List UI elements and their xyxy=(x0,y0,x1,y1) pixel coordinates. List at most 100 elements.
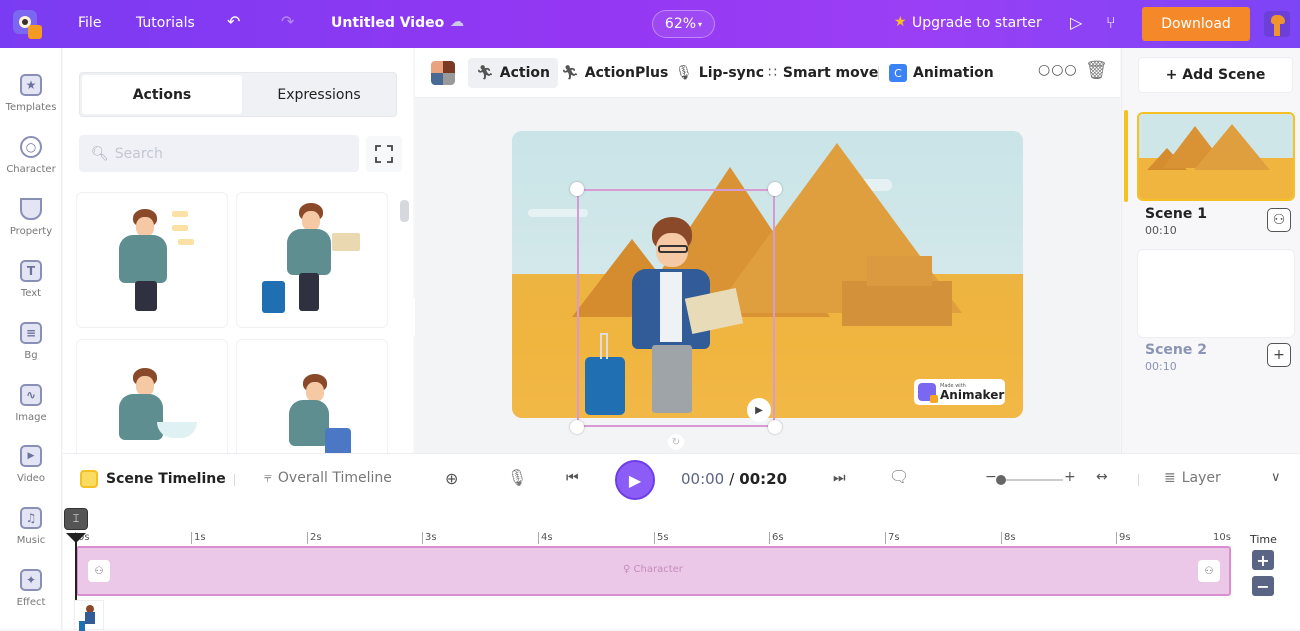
tab-actions[interactable]: Actions xyxy=(82,75,242,114)
star-icon: ★ xyxy=(894,14,907,30)
upgrade-link[interactable]: Upgrade to starter xyxy=(912,15,1042,31)
library-scrollbar[interactable] xyxy=(400,200,409,222)
resize-handle-tr[interactable] xyxy=(768,182,782,196)
tool-label: Animation xyxy=(913,65,994,81)
sidebar-item-music[interactable]: ♫ Music xyxy=(0,507,62,567)
search-input[interactable] xyxy=(114,145,335,162)
total-time: 00:20 xyxy=(739,470,788,488)
preview-play-icon[interactable]: ▷ xyxy=(1070,13,1082,32)
sidebar-item-templates[interactable]: ★ Templates xyxy=(0,74,62,134)
resize-handle-bl[interactable] xyxy=(570,420,584,434)
animaker-watermark: Made with Animaker xyxy=(914,379,1005,405)
tab-label: Scene Timeline xyxy=(106,471,226,487)
action-card[interactable] xyxy=(236,192,388,328)
skip-back-icon[interactable]: ⏮︎ xyxy=(566,470,579,486)
animation-icon: C xyxy=(889,64,907,82)
active-scene-indicator xyxy=(1124,110,1128,202)
zoom-in-icon[interactable]: + xyxy=(1064,469,1076,485)
ruler-tick: 1s xyxy=(191,532,206,544)
tutorials-menu[interactable]: Tutorials xyxy=(136,15,195,31)
subtitle-icon[interactable]: 🗨︎ xyxy=(889,467,909,486)
sidebar-item-text[interactable]: T Text xyxy=(0,260,62,320)
action-card[interactable] xyxy=(76,192,228,328)
cloud-saved-icon: ☁ xyxy=(450,14,464,30)
fullscreen-button[interactable] xyxy=(366,136,402,172)
record-voice-icon[interactable]: 🎙︎ xyxy=(507,468,527,487)
file-menu[interactable]: File xyxy=(78,15,101,31)
focus-add-icon[interactable]: ⊕ xyxy=(445,469,458,488)
exit-animation-button[interactable]: ⚇ xyxy=(1198,560,1220,582)
sidebar-label: Character xyxy=(6,164,56,175)
timeline-play-button[interactable]: ▶ xyxy=(615,460,655,500)
time-increase-button[interactable]: + xyxy=(1252,550,1274,570)
color-swatch[interactable] xyxy=(431,61,455,85)
search-icon: 🔍︎ xyxy=(91,145,109,162)
action-tool[interactable]: 🏃︎ Action xyxy=(468,58,558,88)
character-track[interactable]: ⚇ ♀︎ Character ⚇ xyxy=(76,546,1231,596)
zoom-out-icon[interactable]: − xyxy=(985,469,997,485)
layers-icon: ≡ xyxy=(20,322,42,344)
smart-move-tool[interactable]: ∷ Smart move xyxy=(760,58,886,88)
time-separator: / xyxy=(729,470,735,488)
sidebar-label: Effect xyxy=(16,597,46,608)
slider-knob[interactable] xyxy=(996,475,1006,485)
sidebar-label: Video xyxy=(16,473,46,484)
chevron-down-icon[interactable]: ∨ xyxy=(1271,470,1281,485)
share-icon[interactable]: ⑂ xyxy=(1106,13,1116,32)
layer-button[interactable]: ≣ Layer xyxy=(1164,470,1221,486)
animation-tool[interactable]: C Animation xyxy=(881,58,1002,88)
project-title[interactable]: Untitled Video xyxy=(331,15,444,31)
sidebar-item-video[interactable]: ▶ Video xyxy=(0,445,62,505)
track-label-text: Character xyxy=(633,564,683,575)
add-scene-button[interactable]: + Add Scene xyxy=(1138,57,1293,93)
sidebar-item-property[interactable]: Property xyxy=(0,198,62,258)
redo-icon[interactable]: ↷ xyxy=(281,12,294,31)
resize-handle-tl[interactable] xyxy=(570,182,584,196)
timeline-ruler: 0s 1s 2s 3s 4s 5s 6s 7s 8s 9s 10s xyxy=(75,532,1233,546)
scene-thumbnail-2[interactable] xyxy=(1137,249,1295,338)
tab-expressions[interactable]: Expressions xyxy=(242,75,396,114)
character-thumbnail[interactable] xyxy=(74,600,104,631)
time-label: Time xyxy=(1250,533,1277,546)
time-decrease-button[interactable]: − xyxy=(1252,576,1274,596)
rotate-handle[interactable]: ↻ xyxy=(668,434,684,450)
sidebar-item-character[interactable]: ○ Character xyxy=(0,136,62,196)
animaker-logo[interactable] xyxy=(10,8,44,40)
undo-icon[interactable]: ↶ xyxy=(227,12,240,31)
enter-animation-button[interactable]: ⚇ xyxy=(88,560,110,582)
chevron-down-icon: ▾ xyxy=(698,19,703,29)
scene-transition-button[interactable]: ⚇ xyxy=(1267,208,1291,232)
sidebar-item-effect[interactable]: ✦ Effect xyxy=(0,569,62,629)
running-plus-icon: 🏃︎ xyxy=(561,65,579,81)
timeline-zoom-slider[interactable] xyxy=(1003,479,1063,481)
add-transition-button[interactable]: + xyxy=(1267,343,1291,367)
zoom-dropdown[interactable]: 62% ▾ xyxy=(652,10,715,38)
more-options-icon[interactable]: ○○○ xyxy=(1038,62,1078,78)
ruler-tick: 5s xyxy=(654,532,669,544)
fit-width-icon[interactable]: ↔ xyxy=(1096,469,1108,485)
layers-icon: ≣ xyxy=(1164,470,1176,486)
resize-handle-br[interactable] xyxy=(768,420,782,434)
trash-icon[interactable]: 🗑︎ xyxy=(1085,60,1108,81)
tab-overall-timeline[interactable]: ⫧ Overall Timeline xyxy=(264,470,392,486)
selection-box[interactable] xyxy=(577,189,775,427)
plus-icon: + xyxy=(1273,347,1285,363)
playhead-handle[interactable]: ⌶ xyxy=(64,508,88,530)
track-label: ♀︎ Character xyxy=(623,564,683,575)
enter-effect-icon: ⚇ xyxy=(94,565,104,577)
skip-forward-icon[interactable]: ⏭︎ xyxy=(833,470,846,486)
sidebar-item-bg[interactable]: ≡ Bg xyxy=(0,322,62,382)
sidebar-label: Text xyxy=(20,288,42,299)
scene-name: Scene 1 xyxy=(1145,206,1207,222)
user-avatar[interactable] xyxy=(1264,11,1290,37)
download-button[interactable]: Download xyxy=(1142,7,1250,41)
actionplus-tool[interactable]: 🏃︎ ActionPlus xyxy=(553,58,676,88)
current-time: 00:00 xyxy=(681,470,725,488)
sidebar-item-image[interactable]: ∿ Image xyxy=(0,384,62,444)
tab-scene-timeline[interactable]: Scene Timeline xyxy=(80,470,226,488)
tool-label: Action xyxy=(499,65,550,81)
scene-thumbnail-1[interactable] xyxy=(1137,112,1295,201)
play-action-button[interactable]: ▶ xyxy=(747,398,771,422)
zoom-level: 62% xyxy=(664,16,697,32)
lipsync-tool[interactable]: 🎙︎ Lip-sync xyxy=(667,58,772,88)
